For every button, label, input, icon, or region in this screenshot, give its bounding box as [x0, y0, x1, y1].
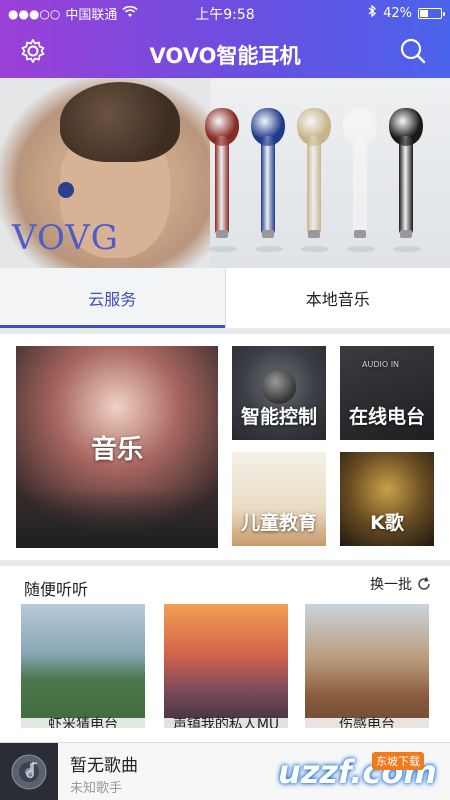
playlist-card[interactable]: 伤感电台 [305, 604, 429, 728]
category-online-radio[interactable]: AUDIO IN 在线电台 [340, 346, 434, 440]
search-icon [400, 38, 426, 64]
playlist-title: 声镇我的私人MU [164, 718, 288, 728]
refresh-button[interactable]: 换一批 [370, 574, 432, 594]
tab-cloud-service[interactable]: 云服务 [0, 268, 225, 328]
promo-banner[interactable]: VOVG [0, 78, 450, 268]
page-title: VOVO智能耳机 [149, 44, 301, 68]
category-music-label: 音乐 [90, 434, 143, 465]
random-listen-section: 随便听听 换一批 虾米猜电台 声镇我的私人MU 伤感电台 [0, 566, 450, 742]
category-grid: 音乐 智能控制 AUDIO IN 在线电台 儿童教育 K歌 [0, 334, 450, 560]
category-ktv-label: K歌 [370, 511, 404, 534]
category-kids-education-label: 儿童教育 [240, 511, 317, 534]
earbud-product [205, 108, 245, 258]
category-ktv[interactable]: K歌 [340, 452, 434, 546]
earbud-lineup [205, 108, 445, 258]
now-playing-title: 暂无歌曲 [70, 756, 138, 776]
watermark-badge: 东坡下载 [372, 752, 424, 770]
playlist-card[interactable]: 虾米猜电台 [21, 604, 145, 728]
category-online-radio-label: 在线电台 [348, 405, 425, 428]
banner-logo: VOVG [12, 218, 119, 258]
radio-device-text: AUDIO IN [362, 360, 400, 369]
tab-bar: 云服务 本地音乐 [0, 268, 450, 328]
category-kids-education[interactable]: 儿童教育 [232, 452, 326, 546]
category-smart-control[interactable]: 智能控制 [232, 346, 326, 440]
earbud-product [389, 108, 429, 258]
earbud-product [297, 108, 337, 258]
refresh-label: 换一批 [370, 577, 412, 593]
battery-fill [420, 9, 429, 17]
playlist-title: 虾米猜电台 [21, 718, 145, 728]
battery-percent: 42% [383, 5, 412, 21]
album-art [0, 743, 58, 800]
knob-icon [260, 368, 298, 406]
watermark-logo: uzzf.com [278, 753, 437, 791]
earbud-product [343, 108, 383, 258]
bluetooth-icon [368, 4, 377, 22]
tab-local-music[interactable]: 本地音乐 [226, 268, 450, 328]
search-button[interactable] [396, 34, 430, 68]
category-music[interactable]: 音乐 [16, 346, 218, 548]
section-title: 随便听听 [24, 580, 89, 599]
top-bar: ●●●○○ 中国联通 上午9:58 42% VOVO智能耳机 [0, 0, 450, 78]
disc-icon [11, 754, 47, 790]
status-bar: ●●●○○ 中国联通 上午9:58 42% [0, 0, 450, 24]
category-smart-control-label: 智能控制 [240, 405, 317, 428]
playlist-card[interactable]: 声镇我的私人MU [164, 604, 288, 728]
now-playing-artist: 未知歌手 [70, 781, 123, 796]
refresh-icon [418, 577, 430, 590]
playlist-title: 伤感电台 [305, 718, 429, 728]
earbud-product [251, 108, 291, 258]
battery-icon [418, 7, 445, 19]
